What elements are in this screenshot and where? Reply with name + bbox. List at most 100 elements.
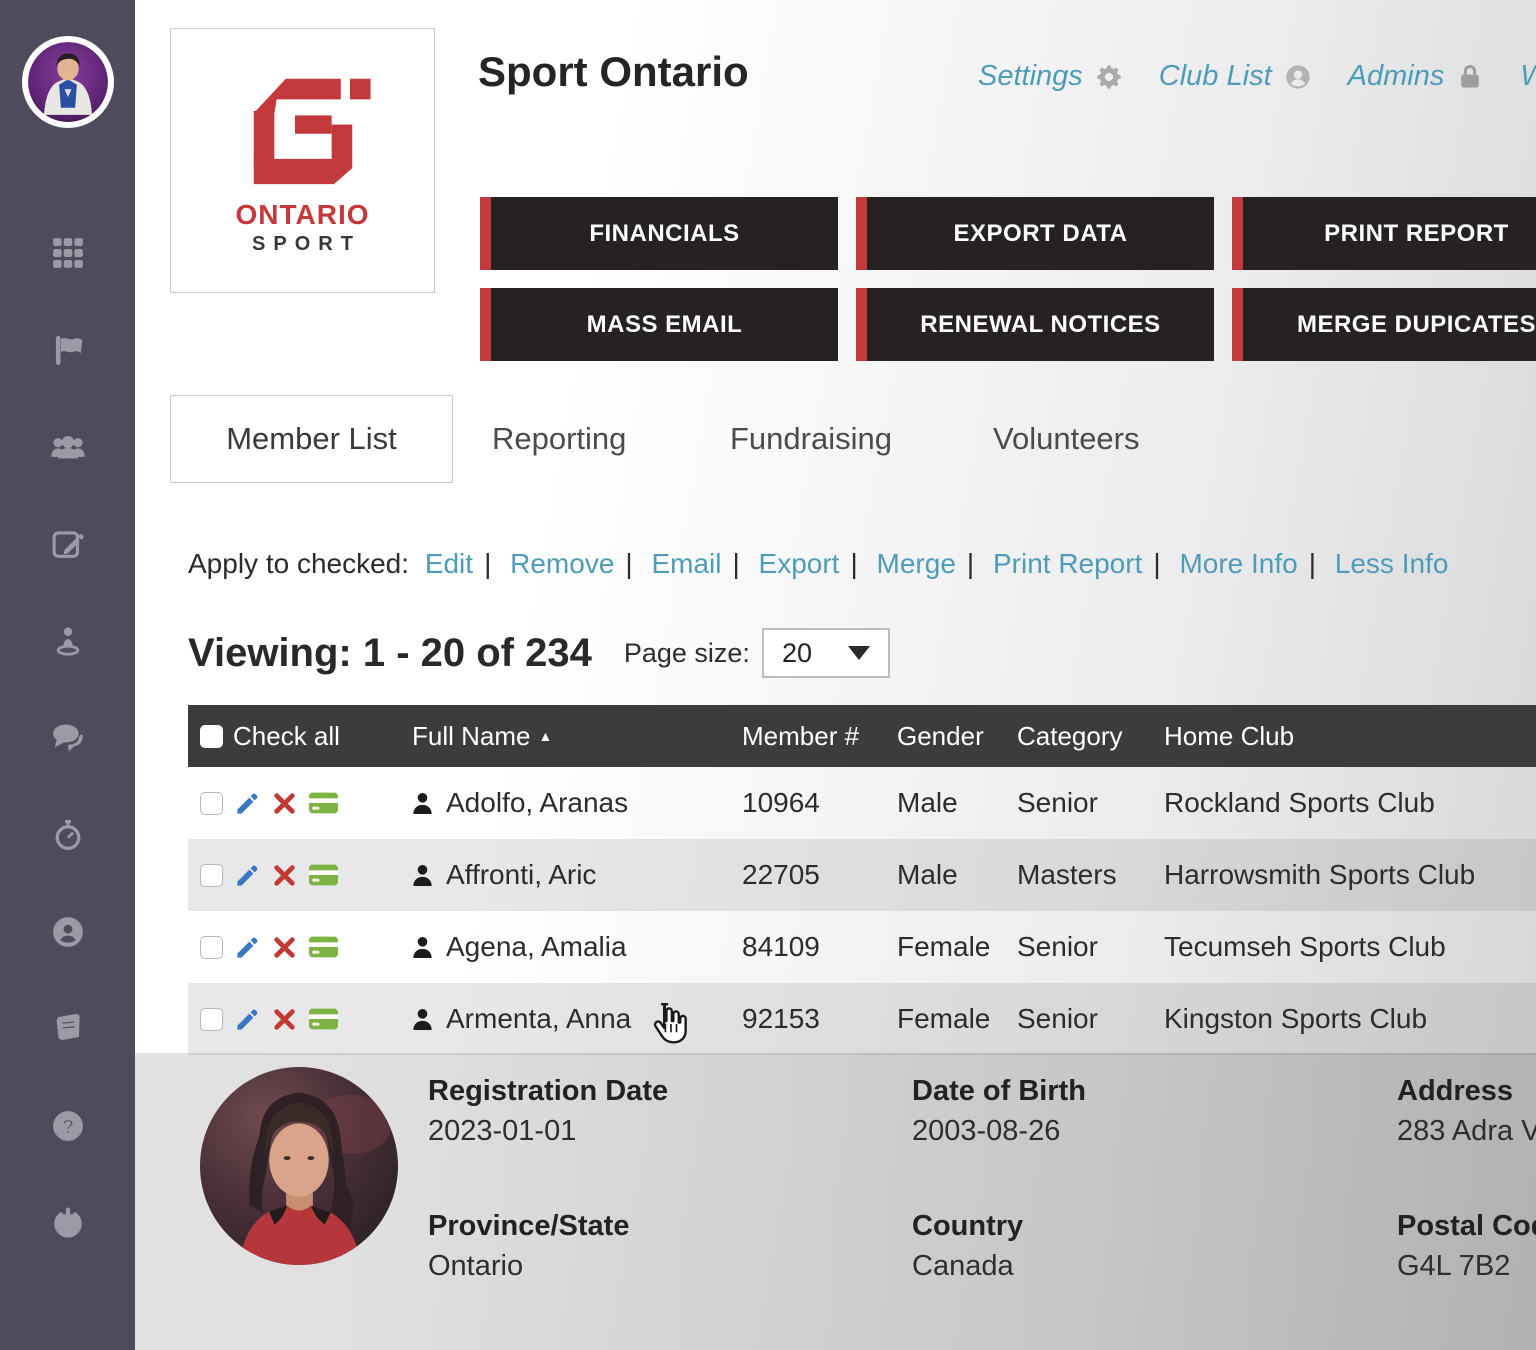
nav-club-list[interactable]: Club List bbox=[1159, 60, 1312, 93]
person-marker-icon[interactable] bbox=[48, 623, 88, 659]
tab-member-list[interactable]: Member List bbox=[170, 395, 453, 483]
row-checkbox[interactable] bbox=[200, 1008, 223, 1031]
apply-merge-link[interactable]: Merge bbox=[877, 548, 956, 579]
member-name[interactable]: Armenta, Anna bbox=[446, 1003, 631, 1035]
power-icon[interactable] bbox=[48, 1205, 88, 1241]
user-circle-icon[interactable] bbox=[48, 914, 88, 950]
col-home-club[interactable]: Home Club bbox=[1164, 721, 1536, 752]
row-checkbox[interactable] bbox=[200, 792, 223, 815]
member-name[interactable]: Affronti, Aric bbox=[446, 859, 596, 891]
users-group-icon[interactable] bbox=[48, 429, 88, 465]
field-label: Province/State bbox=[428, 1210, 668, 1243]
print-report-button[interactable]: PRINT REPORT bbox=[1232, 197, 1536, 270]
export-data-button[interactable]: EXPORT DATA bbox=[856, 197, 1214, 270]
member-category: Senior bbox=[1017, 931, 1164, 963]
nav-website[interactable]: Web bbox=[1520, 60, 1536, 93]
credit-card-icon[interactable] bbox=[308, 935, 339, 959]
field-date-of-birth: Date of Birth 2003-08-26 bbox=[912, 1075, 1086, 1148]
credit-card-icon[interactable] bbox=[308, 1007, 339, 1031]
nav-club-list-label: Club List bbox=[1159, 60, 1272, 93]
apply-print-report-link[interactable]: Print Report bbox=[993, 548, 1142, 579]
main-content: ONTARIO SPORT Sport Ontario Settings Clu… bbox=[135, 0, 1536, 1350]
row-checkbox[interactable] bbox=[200, 936, 223, 959]
user-circle-icon bbox=[1284, 63, 1312, 91]
tab-fundraising[interactable]: Fundraising bbox=[730, 395, 892, 483]
compose-icon[interactable] bbox=[48, 526, 88, 562]
table-row[interactable]: Agena, Amalia 84109 Female Senior Tecums… bbox=[188, 911, 1536, 983]
table-row[interactable]: Adolfo, Aranas 10964 Male Senior Rocklan… bbox=[188, 767, 1536, 839]
svg-text:?: ? bbox=[61, 1115, 74, 1138]
member-club: Kingston Sports Club bbox=[1164, 1003, 1536, 1035]
table-row-expanded[interactable]: Armenta, Anna 92153 Female Senior Kingst… bbox=[188, 983, 1536, 1055]
nav-admins[interactable]: Admins bbox=[1348, 60, 1485, 93]
delete-x-icon[interactable] bbox=[272, 1007, 297, 1032]
renewal-notices-button[interactable]: RENEWAL NOTICES bbox=[856, 288, 1214, 361]
apply-edit-link[interactable]: Edit bbox=[425, 548, 473, 579]
delete-x-icon[interactable] bbox=[272, 791, 297, 816]
credit-card-icon[interactable] bbox=[308, 791, 339, 815]
member-name[interactable]: Agena, Amalia bbox=[446, 931, 627, 963]
member-club: Tecumseh Sports Club bbox=[1164, 931, 1536, 963]
edit-pencil-icon[interactable] bbox=[234, 934, 261, 961]
book-icon[interactable] bbox=[48, 1011, 88, 1047]
member-table: Check all Full Name ▲ Member # Gender Ca… bbox=[188, 705, 1536, 1055]
sidebar: ? bbox=[0, 0, 135, 1350]
page-size-select[interactable]: 20 bbox=[762, 628, 890, 678]
member-gender: Male bbox=[897, 859, 1017, 891]
field-address: Address 283 Adra V bbox=[1397, 1075, 1536, 1148]
edit-pencil-icon[interactable] bbox=[234, 790, 261, 817]
caret-down-icon bbox=[848, 646, 870, 660]
sort-asc-icon: ▲ bbox=[538, 728, 552, 744]
check-all-checkbox[interactable] bbox=[200, 725, 223, 748]
person-icon bbox=[412, 935, 433, 960]
col-category[interactable]: Category bbox=[1017, 721, 1164, 752]
apply-remove-link[interactable]: Remove bbox=[510, 548, 614, 579]
member-photo bbox=[200, 1067, 398, 1265]
nav-website-label: Web bbox=[1520, 60, 1536, 93]
chat-icon[interactable] bbox=[48, 720, 88, 756]
edit-pencil-icon[interactable] bbox=[234, 862, 261, 889]
delete-x-icon[interactable] bbox=[272, 935, 297, 960]
field-registration-date: Registration Date 2023-01-01 bbox=[428, 1075, 668, 1148]
separator: | bbox=[850, 548, 857, 579]
help-icon[interactable]: ? bbox=[48, 1108, 88, 1144]
tab-volunteers[interactable]: Volunteers bbox=[993, 395, 1140, 483]
table-header: Check all Full Name ▲ Member # Gender Ca… bbox=[188, 705, 1536, 767]
edit-pencil-icon[interactable] bbox=[234, 1006, 261, 1033]
delete-x-icon[interactable] bbox=[272, 863, 297, 888]
table-row[interactable]: Affronti, Aric 22705 Male Masters Harrow… bbox=[188, 839, 1536, 911]
stopwatch-icon[interactable] bbox=[48, 817, 88, 853]
field-value: 2003-08-26 bbox=[912, 1115, 1086, 1148]
pagination-row: Viewing: 1 - 20 of 234 Page size: 20 bbox=[188, 628, 890, 678]
member-gender: Male bbox=[897, 787, 1017, 819]
nav-settings[interactable]: Settings bbox=[978, 60, 1123, 93]
member-name[interactable]: Adolfo, Aranas bbox=[446, 787, 628, 819]
credit-card-icon[interactable] bbox=[308, 863, 339, 887]
member-number: 22705 bbox=[742, 859, 897, 891]
detail-col-3: Address 283 Adra V Postal Code G4L 7B2 bbox=[1397, 1075, 1536, 1283]
detail-col-1: Registration Date 2023-01-01 Province/St… bbox=[428, 1075, 668, 1283]
member-number: 92153 bbox=[742, 1003, 897, 1035]
user-avatar[interactable] bbox=[22, 36, 114, 128]
col-full-name[interactable]: Full Name bbox=[412, 721, 530, 752]
apps-grid-icon[interactable] bbox=[48, 235, 88, 271]
nav-settings-label: Settings bbox=[978, 60, 1083, 93]
apply-export-link[interactable]: Export bbox=[759, 548, 840, 579]
financials-button[interactable]: FINANCIALS bbox=[480, 197, 838, 270]
member-category: Masters bbox=[1017, 859, 1164, 891]
apply-email-link[interactable]: Email bbox=[651, 548, 721, 579]
apply-less-info-link[interactable]: Less Info bbox=[1335, 548, 1449, 579]
tab-reporting[interactable]: Reporting bbox=[492, 395, 626, 483]
col-gender[interactable]: Gender bbox=[897, 721, 1017, 752]
flag-icon[interactable] bbox=[48, 332, 88, 368]
field-value: Canada bbox=[912, 1250, 1086, 1283]
field-postal-code: Postal Code G4L 7B2 bbox=[1397, 1210, 1536, 1283]
mass-email-button[interactable]: MASS EMAIL bbox=[480, 288, 838, 361]
col-member-number[interactable]: Member # bbox=[742, 721, 897, 752]
field-label: Postal Code bbox=[1397, 1210, 1536, 1243]
merge-duplicates-button[interactable]: MERGE DUPICATES bbox=[1232, 288, 1536, 361]
row-checkbox[interactable] bbox=[200, 864, 223, 887]
apply-more-info-link[interactable]: More Info bbox=[1179, 548, 1297, 579]
check-all-label: Check all bbox=[233, 721, 340, 752]
page-size-value: 20 bbox=[782, 638, 812, 669]
